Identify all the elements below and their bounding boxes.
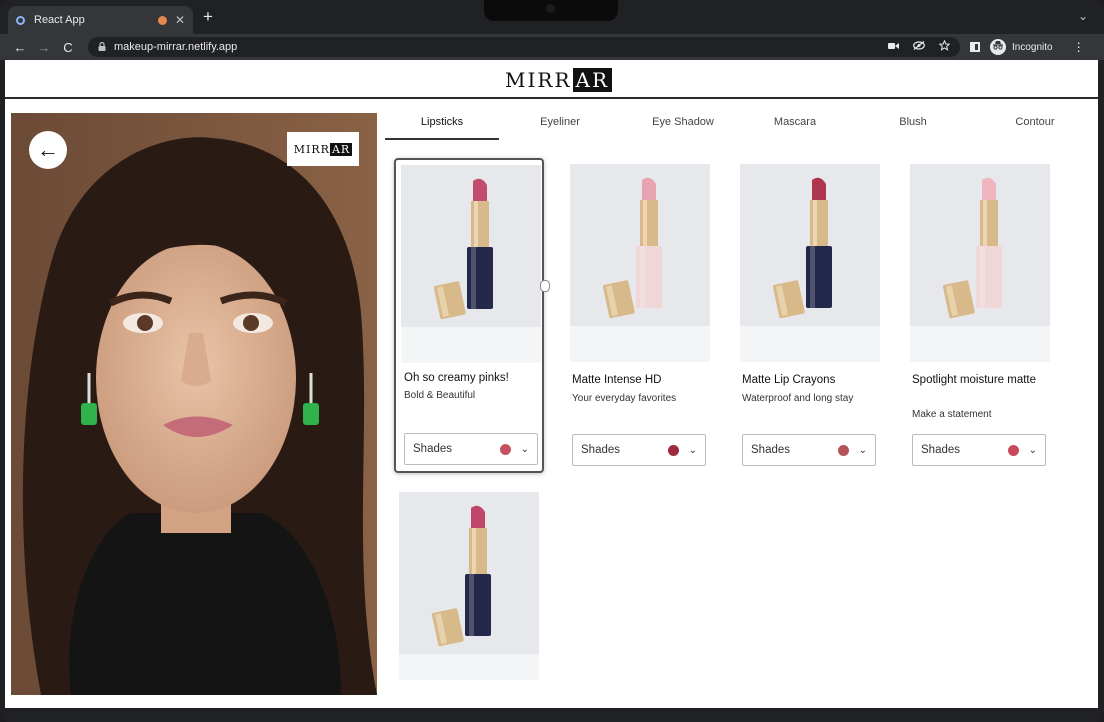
- shades-dropdown[interactable]: Shades ⌄: [404, 433, 538, 465]
- tab-strip: React App ✕ + ⌄: [0, 0, 1104, 34]
- tab-eyeliner[interactable]: Eyeliner: [515, 110, 605, 140]
- back-button[interactable]: ←: [29, 131, 67, 169]
- shades-label: Shades: [413, 443, 500, 455]
- camera-indicator-icon[interactable]: [888, 42, 899, 53]
- site-logo[interactable]: MIRRAR: [505, 68, 612, 92]
- incognito-label[interactable]: Incognito: [1012, 42, 1053, 53]
- chevron-down-icon: ⌄: [859, 445, 867, 456]
- product-image: [570, 164, 710, 362]
- tab-close-icon[interactable]: ✕: [175, 13, 185, 27]
- browser-toolbar: ← → C makeup-mirrar.netlify.app Incognit…: [0, 34, 1104, 60]
- tab-search-icon[interactable]: ⌄: [1078, 9, 1088, 23]
- tab-mascara[interactable]: Mascara: [755, 110, 835, 140]
- eye-off-icon[interactable]: [913, 41, 925, 53]
- tab-title: React App: [34, 14, 158, 26]
- camera-notch: [484, 0, 618, 21]
- shade-swatch: [668, 445, 679, 456]
- product-name: Matte Lip Crayons: [742, 372, 888, 388]
- product-subtitle: Your everyday favorites: [572, 393, 718, 404]
- logo-text: MIRR: [505, 68, 572, 92]
- product-name: Matte Intense HD: [572, 372, 718, 388]
- browser-menu-icon[interactable]: ⋮: [1073, 40, 1085, 54]
- lock-icon: [98, 42, 106, 53]
- star-icon[interactable]: [939, 40, 950, 54]
- chevron-down-icon: ⌄: [1029, 445, 1037, 456]
- address-bar[interactable]: makeup-mirrar.netlify.app: [88, 37, 960, 57]
- site-header: MIRRAR: [5, 60, 1098, 99]
- lipstick-illustration: [910, 172, 1050, 332]
- web-page: MIRRAR: [5, 60, 1098, 708]
- product-card[interactable]: Matte Intense HD Your everyday favorites…: [570, 164, 720, 469]
- side-panel-icon[interactable]: [970, 42, 980, 52]
- shades-dropdown[interactable]: Shades ⌄: [912, 434, 1046, 466]
- shade-swatch: [1008, 445, 1019, 456]
- photo-logo-box-text: AR: [330, 143, 352, 156]
- product-image: [910, 164, 1050, 362]
- try-on-photo: ← MIRRAR: [11, 113, 377, 695]
- product-image: [399, 492, 539, 680]
- shades-label: Shades: [751, 444, 838, 456]
- chevron-down-icon: ⌄: [521, 444, 529, 455]
- tab-eye-shadow[interactable]: Eye Shadow: [633, 110, 733, 140]
- url-text: makeup-mirrar.netlify.app: [114, 41, 874, 53]
- camera-icon: [546, 4, 555, 13]
- shade-swatch: [838, 445, 849, 456]
- photo-logo-text: MIRR: [294, 143, 330, 156]
- product-card[interactable]: Oh so creamy pinks! Bold & Beautiful Sha…: [394, 158, 544, 473]
- product-subtitle: Bold & Beautiful: [404, 390, 550, 401]
- shades-label: Shades: [581, 444, 668, 456]
- new-tab-button[interactable]: +: [203, 8, 213, 25]
- product-image: [740, 164, 880, 362]
- product-card[interactable]: Spotlight moisture matte Make a statemen…: [910, 164, 1060, 469]
- product-name: Spotlight moisture matte: [912, 372, 1042, 388]
- favicon-icon: [16, 16, 25, 25]
- product-image: [401, 165, 541, 363]
- product-card[interactable]: [399, 492, 549, 682]
- mouse-cursor: [540, 280, 550, 292]
- category-tabs: Lipsticks Eyeliner Eye Shadow Mascara Bl…: [385, 110, 1090, 140]
- toolbar-actions: Incognito ⋮: [970, 34, 1085, 60]
- logo-box-text: AR: [573, 68, 613, 92]
- forward-icon[interactable]: →: [32, 40, 56, 55]
- product-subtitle: Make a statement: [912, 409, 1058, 420]
- browser-window: React App ✕ + ⌄ ← → C makeup-mirrar.netl…: [0, 0, 1104, 722]
- tab-contour[interactable]: Contour: [990, 110, 1080, 140]
- recording-icon: [158, 16, 167, 25]
- browser-tab[interactable]: React App ✕: [8, 6, 193, 34]
- shades-label: Shades: [921, 444, 1008, 456]
- lipstick-illustration: [570, 172, 710, 332]
- shade-swatch: [500, 444, 511, 455]
- product-card[interactable]: Matte Lip Crayons Waterproof and long st…: [740, 164, 890, 469]
- shades-dropdown[interactable]: Shades ⌄: [572, 434, 706, 466]
- lipstick-illustration: [401, 173, 541, 333]
- window-bottom-edge: [0, 708, 1104, 722]
- incognito-icon[interactable]: [990, 39, 1006, 55]
- reload-icon[interactable]: C: [56, 40, 80, 55]
- tab-blush[interactable]: Blush: [873, 110, 953, 140]
- back-icon[interactable]: ←: [8, 40, 32, 55]
- product-subtitle: Waterproof and long stay: [742, 393, 888, 404]
- lipstick-illustration: [740, 172, 880, 332]
- product-name: Oh so creamy pinks!: [404, 370, 550, 386]
- model-portrait-image: [11, 113, 377, 695]
- lipstick-illustration: [399, 500, 539, 660]
- tab-lipsticks[interactable]: Lipsticks: [385, 110, 499, 140]
- chevron-down-icon: ⌄: [689, 445, 697, 456]
- shades-dropdown[interactable]: Shades ⌄: [742, 434, 876, 466]
- photo-logo: MIRRAR: [287, 132, 359, 166]
